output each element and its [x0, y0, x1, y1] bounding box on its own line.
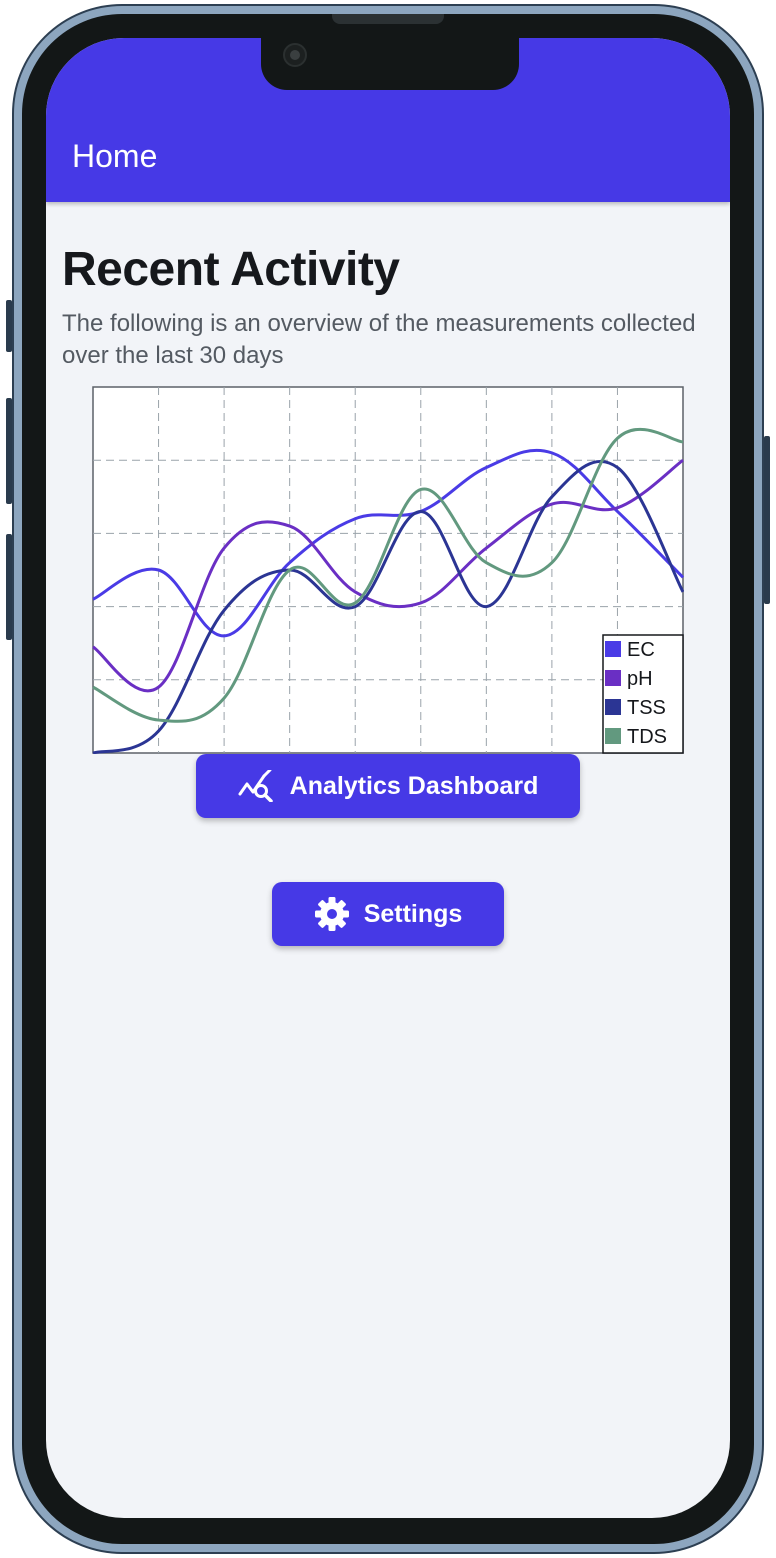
- chart-svg: EC pH TSS TDS: [92, 386, 685, 755]
- volume-down-button: [6, 534, 12, 640]
- chart-background: [92, 386, 684, 754]
- header-title: Home: [72, 138, 158, 174]
- legend-swatch-tds: [605, 728, 621, 744]
- legend-label-tss: TSS: [627, 697, 666, 719]
- page-title: Recent Activity: [62, 243, 400, 296]
- chart-legend: EC pH TSS TDS: [602, 634, 684, 754]
- page-subtitle: The following is an overview of the meas…: [62, 310, 696, 369]
- legend-swatch-tss: [605, 699, 621, 715]
- mute-switch: [6, 300, 12, 352]
- screen: Home Recent Activity The following is an…: [46, 38, 730, 1518]
- camera: [283, 43, 307, 67]
- gear-icon: [314, 897, 349, 931]
- settings-button[interactable]: Settings: [272, 882, 504, 946]
- speaker: [332, 14, 444, 24]
- volume-up-button: [6, 398, 12, 504]
- power-button: [764, 436, 770, 604]
- legend-swatch-ph: [605, 670, 621, 686]
- legend-label-tds: TDS: [627, 726, 667, 748]
- analytics-icon: [238, 770, 273, 802]
- legend-swatch-ec: [605, 641, 621, 657]
- legend-label-ph: pH: [627, 668, 653, 690]
- analytics-dashboard-button[interactable]: Analytics Dashboard: [196, 754, 580, 818]
- analytics-dashboard-label: Analytics Dashboard: [289, 771, 539, 800]
- settings-label: Settings: [363, 899, 463, 928]
- legend-label-ec: EC: [627, 639, 655, 661]
- activity-chart: EC pH TSS TDS: [92, 386, 685, 755]
